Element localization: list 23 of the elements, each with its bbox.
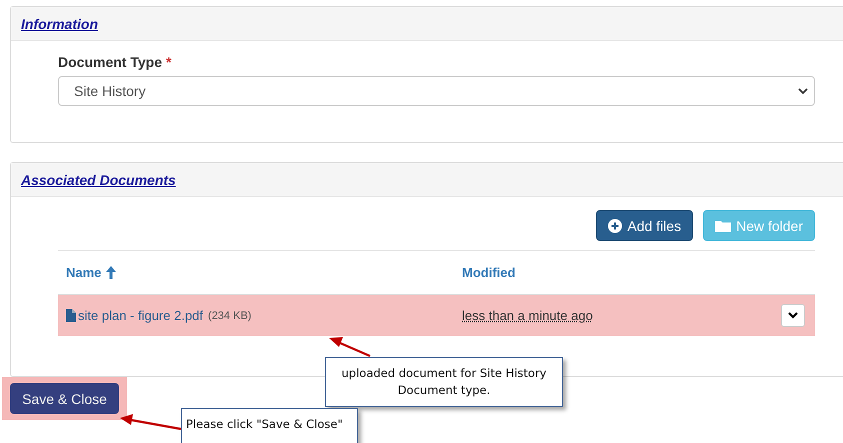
file-icon [66,309,76,322]
row-menu-button[interactable] [781,304,805,327]
chevron-down-icon [798,88,808,94]
add-files-button[interactable]: Add files [596,210,694,241]
field-label: Document Type [58,54,162,70]
save-close-button[interactable]: Save & Close [10,383,119,414]
callout-box: Please click "Save & Close" [181,408,358,443]
callout-box: uploaded document for Site History Document type. [325,357,563,407]
panel-title: Associated Documents [21,172,176,188]
folder-icon [715,219,732,232]
callout-arrow [120,414,182,430]
panel-title: Information [21,16,98,32]
callout-arrow [329,337,370,357]
plus-circle-icon [608,218,622,232]
column-header[interactable]: Name [66,265,116,280]
file-link[interactable]: site plan - figure 2.pdf [78,308,204,323]
document-type-select[interactable]: Site History [58,76,815,106]
required-mark: * [166,54,172,70]
document-row[interactable]: site plan - figure 2.pdf (234 KB) less than a minute ago [58,294,815,336]
chevron-down-icon [788,312,798,319]
column-header[interactable]: Modified [462,265,516,280]
file-size: (234 KB) [208,310,252,322]
modified-time: less than a minute ago [462,308,593,323]
